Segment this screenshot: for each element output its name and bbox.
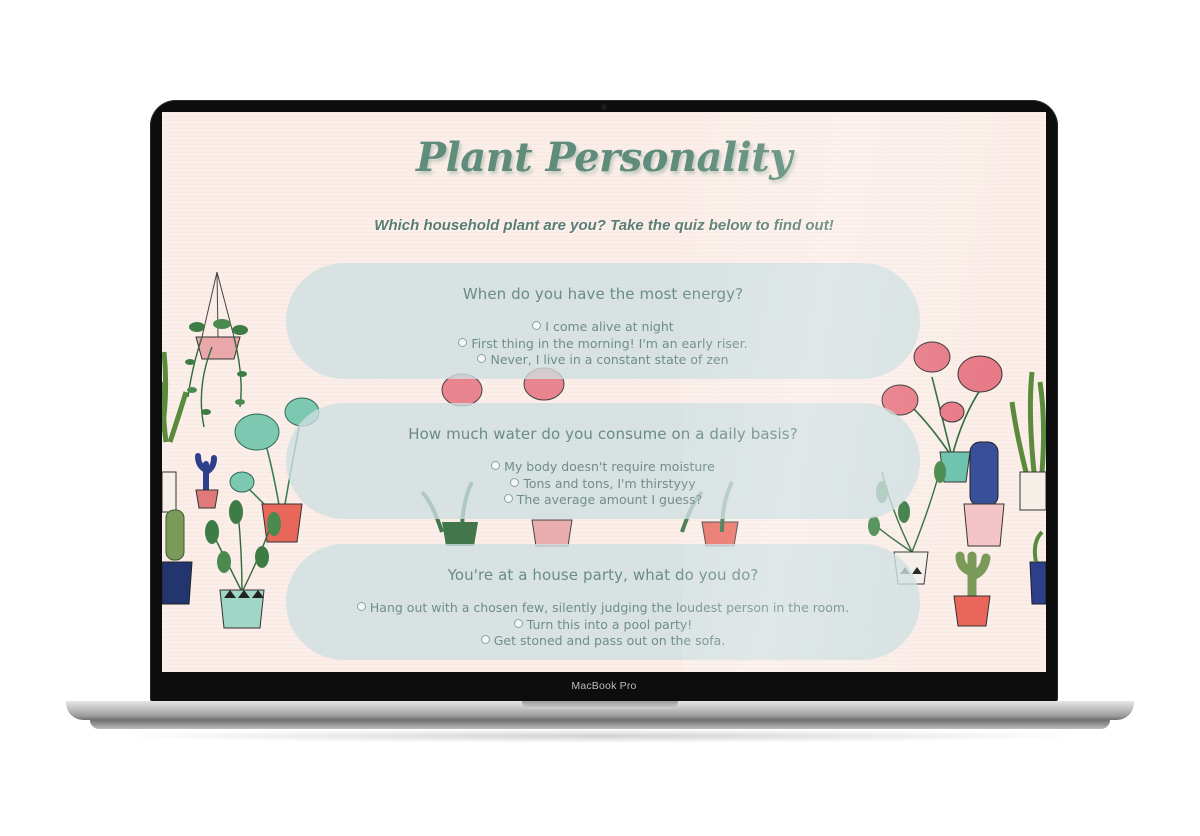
question-card: How much water do you consume on a daily… [286,403,920,519]
radio-button[interactable] [458,337,468,347]
camera-icon [601,104,607,110]
answer-label: My body doesn't require moisture [504,459,715,474]
radio-button[interactable] [480,635,490,644]
plant-pot-icon [1029,530,1046,605]
question-text: When do you have the most energy? [462,285,744,303]
options-list: I come alive at night First thing in the… [286,319,920,369]
question-card: You're at a house party, what do you do?… [286,544,920,660]
answer-label: The average amount I guess? [516,492,703,507]
cactus-icon [162,509,193,605]
screen: Plant Personality Which household plant … [162,112,1046,672]
answer-label: Never, I live in a constant state of zen [490,352,729,367]
laptop-notch [522,701,678,709]
device-label: MacBook Pro [571,680,637,692]
answer-option[interactable]: Turn this into a pool party! [286,617,920,634]
laptop-base-foot [90,720,1110,729]
radio-button[interactable] [513,618,523,628]
radio-button[interactable] [503,494,513,503]
cactus-icon [953,551,991,627]
page-title: Plant Personality [415,134,793,181]
radio-button[interactable] [532,321,542,330]
answer-option[interactable]: First thing in the morning! I'm an early… [286,336,920,353]
question-card: When do you have the most energy? I come… [286,263,920,379]
snake-plant-icon [162,351,189,513]
radio-button[interactable] [477,354,487,363]
answer-option[interactable]: Hang out with a chosen few, silently jud… [286,600,920,617]
answer-label: I come alive at night [545,319,674,334]
laptop-base [66,701,1134,720]
page-subtitle: Which household plant are you? Take the … [374,217,834,234]
radio-button[interactable] [356,602,366,611]
radio-button[interactable] [510,477,520,487]
radio-button[interactable] [491,461,501,470]
snake-plant-icon [1009,371,1046,511]
answer-label: Get stoned and pass out on the sofa. [493,633,726,648]
options-list: Hang out with a chosen few, silently jud… [286,600,920,650]
answer-option[interactable]: My body doesn't require moisture [286,459,920,476]
hanging-plant-icon [185,271,248,428]
question-text: You're at a house party, what do you do? [447,566,759,584]
answer-label: Tons and tons, I'm thirstyyy [523,475,696,491]
leafy-plant-icon [205,500,281,629]
answer-option[interactable]: The average amount I guess? [286,492,920,509]
cactus-icon [195,453,219,509]
question-text: How much water do you consume on a daily… [408,425,798,443]
answer-label: Turn this into a pool party! [526,616,693,632]
answer-label: Hang out with a chosen few, silently jud… [369,600,850,615]
options-list: My body doesn't require moisture Tons an… [286,459,920,509]
answer-option[interactable]: I come alive at night [286,319,920,336]
cactus-icon [963,441,1005,547]
answer-option[interactable]: Get stoned and pass out on the sofa. [286,633,920,650]
laptop-shadow [110,729,1090,743]
answer-option[interactable]: Tons and tons, I'm thirstyyy [286,476,920,493]
answer-label: First thing in the morning! I'm an early… [471,335,748,351]
answer-option[interactable]: Never, I live in a constant state of zen [286,352,920,369]
